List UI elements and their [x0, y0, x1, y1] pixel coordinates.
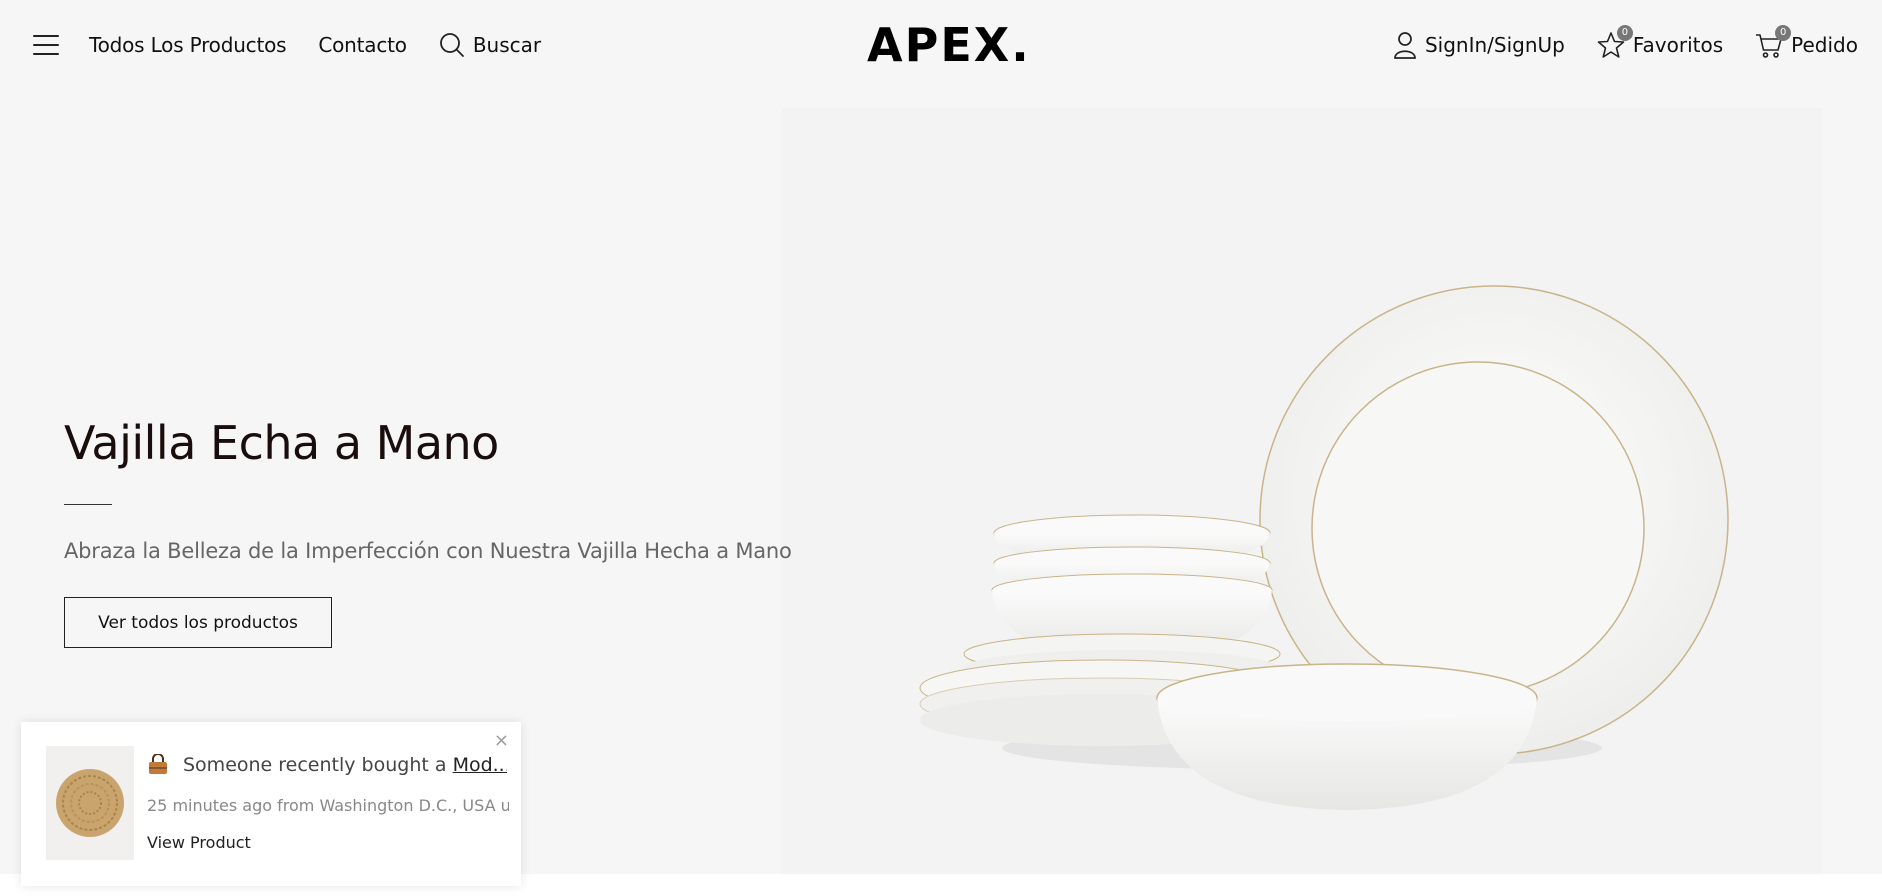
- nav-right: SignIn/SignUp 0 Favoritos 0 Pedido: [1361, 25, 1858, 63]
- hero-dinnerware-image: [782, 108, 1822, 874]
- hero-divider: [64, 504, 112, 505]
- shopping-bag-icon: [149, 754, 167, 774]
- favorites-count-badge: 0: [1616, 25, 1633, 41]
- signin-label: SignIn/SignUp: [1424, 33, 1565, 57]
- toast-product-link[interactable]: Mod...: [453, 754, 507, 776]
- toast-time-location: 25 minutes ago from Washington D.C., USA…: [147, 796, 509, 815]
- placemat-image: [56, 769, 124, 837]
- order-label: Pedido: [1791, 33, 1858, 57]
- user-icon: [1394, 32, 1416, 59]
- view-all-products-button[interactable]: Ver todos los productos: [64, 597, 332, 648]
- hero-title: Vajilla Echa a Mano: [64, 416, 499, 470]
- nav-left: Todos Los Productos Contacto Buscar: [33, 27, 541, 63]
- search-icon: [439, 33, 464, 57]
- nav-all-products[interactable]: Todos Los Productos: [89, 33, 287, 57]
- toast-message: Someone recently bought a Mod...: [147, 754, 507, 776]
- menu-icon[interactable]: [33, 35, 59, 55]
- brand-logo[interactable]: APEX.: [867, 18, 1029, 72]
- order-link[interactable]: 0 Pedido: [1755, 25, 1858, 59]
- recent-purchase-toast[interactable]: × Someone recently bought a Mod... 25 mi…: [21, 722, 521, 886]
- site-header: Todos Los Productos Contacto Buscar APEX…: [0, 0, 1882, 92]
- product-thumbnail[interactable]: [46, 746, 134, 860]
- toast-view-product-link[interactable]: View Product: [147, 833, 251, 852]
- signin-link[interactable]: SignIn/SignUp: [1393, 31, 1565, 59]
- favorites-label: Favoritos: [1632, 33, 1724, 57]
- hero-subtitle: Abraza la Belleza de la Imperfección con…: [64, 539, 792, 563]
- hero-text-block: Vajilla Echa a Mano Abraza la Belleza de…: [64, 410, 792, 563]
- order-count-badge: 0: [1775, 25, 1792, 41]
- toast-close-button[interactable]: ×: [494, 730, 509, 751]
- search-button[interactable]: Buscar: [439, 32, 541, 58]
- nav-contact[interactable]: Contacto: [318, 33, 407, 57]
- favorites-link[interactable]: 0 Favoritos: [1597, 25, 1724, 59]
- toast-message-text: Someone recently bought a: [183, 754, 447, 776]
- search-label: Buscar: [472, 33, 542, 57]
